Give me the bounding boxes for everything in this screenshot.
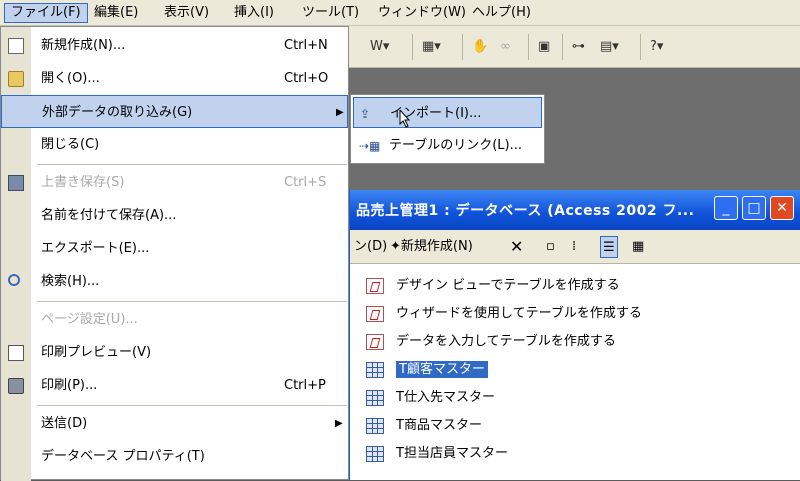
- table-icon: [366, 417, 384, 434]
- database-toolbar: ン(D) ✦新規作成(N) ✕ ▫ ⁞ ☰ ▦: [350, 230, 800, 264]
- main-toolbar: W▾ ▦▾ ✋ ∞ ▣ ⊶ ▤▾ ?▾: [348, 26, 800, 68]
- word-link-icon[interactable]: W▾: [370, 35, 389, 59]
- list-item[interactable]: T顧客マスター: [366, 358, 488, 382]
- table-icon: [366, 361, 384, 378]
- menu-item-print-preview[interactable]: 印刷プレビュー(V): [1, 336, 348, 369]
- submenu-arrow-icon: ▶: [335, 418, 343, 429]
- list-item[interactable]: T仕入先マスター: [366, 386, 495, 410]
- submenu-item-link-table[interactable]: ⇢▦ テーブルのリンク(L)...: [353, 130, 542, 161]
- menu-item-export[interactable]: エクスポート(E)...: [1, 232, 348, 265]
- menu-item-database-properties[interactable]: データベース プロパティ(T): [1, 440, 348, 473]
- menu-bar: ファイル(F) 編集(E) 表示(V) 挿入(I) ツール(T) ウィンドウ(W…: [0, 0, 800, 26]
- link-table-icon: ⇢▦: [359, 139, 381, 153]
- save-disk-icon: [8, 175, 24, 191]
- table-icon: [366, 389, 384, 406]
- menu-item-new[interactable]: 新規作成(N)... Ctrl+N: [1, 29, 348, 62]
- menu-separator: [37, 405, 347, 406]
- import-icon: ⇪: [360, 107, 371, 121]
- search-icon: [8, 274, 20, 286]
- database-title: 品売上管理1 : データベース (Access 2002 フ...: [356, 203, 695, 219]
- submenu-item-import[interactable]: ⇪ インポート(I)...: [353, 97, 542, 128]
- list-item[interactable]: データを入力してテーブルを作成する: [366, 330, 616, 354]
- design-wizard-icon: [366, 277, 384, 294]
- new-button-label: 新規作成(N): [400, 239, 473, 254]
- menu-insert[interactable]: 挿入(I): [228, 3, 280, 23]
- relationships-icon[interactable]: ⊶: [572, 35, 585, 59]
- menu-edit[interactable]: 編集(E): [88, 3, 144, 23]
- list-item[interactable]: T担当店員マスター: [366, 442, 508, 466]
- menu-window[interactable]: ウィンドウ(W): [372, 3, 472, 23]
- toolbar-separator: [528, 34, 529, 60]
- analyze-icon[interactable]: ▦▾: [422, 35, 441, 59]
- menu-item-send[interactable]: 送信(D) ▶: [1, 407, 348, 440]
- menu-item-print[interactable]: 印刷(P)... Ctrl+P: [1, 369, 348, 402]
- menu-item-close[interactable]: 閉じる(C): [1, 128, 348, 161]
- design-button[interactable]: ン(D): [354, 236, 387, 258]
- submenu-arrow-icon: ▶: [336, 107, 344, 118]
- menu-item-get-external-data[interactable]: 外部データの取り込み(G) ▶: [1, 95, 348, 128]
- table-wizard-icon: [366, 305, 384, 322]
- delete-icon[interactable]: ✕: [510, 236, 523, 258]
- new-object-icon: ✦: [390, 239, 401, 254]
- object-list: デザイン ビューでテーブルを作成する ウィザードを使用してテーブルを作成する デ…: [350, 264, 800, 480]
- toolbar-separator: [412, 34, 413, 60]
- new-button[interactable]: ✦新規作成(N): [390, 236, 473, 258]
- close-button[interactable]: ✕: [770, 196, 794, 220]
- large-icons-icon[interactable]: ▫: [546, 236, 555, 258]
- toolbar-separator: [462, 34, 463, 60]
- menu-item-open[interactable]: 開く(O)... Ctrl+O: [1, 62, 348, 95]
- menu-item-page-setup[interactable]: ページ設定(U)...: [1, 303, 348, 336]
- minimize-button[interactable]: _: [714, 196, 738, 220]
- code-icon[interactable]: ✋: [472, 35, 488, 59]
- menu-separator: [37, 301, 347, 302]
- list-view-icon[interactable]: ☰: [600, 236, 618, 258]
- datasheet-wizard-icon: [366, 333, 384, 350]
- mouse-cursor-icon: [399, 110, 410, 128]
- external-data-submenu: ⇪ インポート(I)... ⇢▦ テーブルのリンク(L)...: [350, 94, 545, 164]
- table-icon: [366, 445, 384, 462]
- menu-file[interactable]: ファイル(F): [4, 3, 88, 23]
- new-object-icon[interactable]: ▤▾: [600, 35, 619, 59]
- printer-icon: [8, 378, 24, 394]
- menu-view[interactable]: 表示(V): [158, 3, 215, 23]
- menu-item-save-as[interactable]: 名前を付けて保存(A)...: [1, 199, 348, 232]
- small-icons-icon[interactable]: ⁞: [572, 236, 576, 258]
- help-icon[interactable]: ?▾: [650, 35, 663, 59]
- menu-item-save[interactable]: 上書き保存(S) Ctrl+S: [1, 166, 348, 199]
- properties-icon[interactable]: ▣: [538, 35, 550, 59]
- database-window: 品売上管理1 : データベース (Access 2002 フ... _ □ ✕ …: [348, 190, 800, 480]
- menu-help[interactable]: ヘルプ(H): [466, 3, 537, 23]
- link-icon[interactable]: ∞: [500, 35, 511, 59]
- toolbar-separator: [640, 34, 641, 60]
- toolbar-separator: [562, 34, 563, 60]
- file-menu: 新規作成(N)... Ctrl+N 開く(O)... Ctrl+O 外部データの…: [0, 26, 349, 481]
- menu-separator: [37, 164, 347, 165]
- list-item[interactable]: T商品マスター: [366, 414, 482, 438]
- list-item[interactable]: デザイン ビューでテーブルを作成する: [366, 274, 620, 298]
- menu-item-search[interactable]: 検索(H)...: [1, 265, 348, 298]
- list-item[interactable]: ウィザードを使用してテーブルを作成する: [366, 302, 642, 326]
- maximize-button[interactable]: □: [742, 196, 766, 220]
- menu-tools[interactable]: ツール(T): [296, 3, 365, 23]
- details-view-icon[interactable]: ▦: [632, 236, 644, 258]
- new-document-icon: [8, 38, 24, 54]
- print-preview-icon: [8, 345, 24, 361]
- open-folder-icon: [8, 71, 24, 87]
- database-title-bar[interactable]: 品売上管理1 : データベース (Access 2002 フ... _ □ ✕: [350, 190, 800, 230]
